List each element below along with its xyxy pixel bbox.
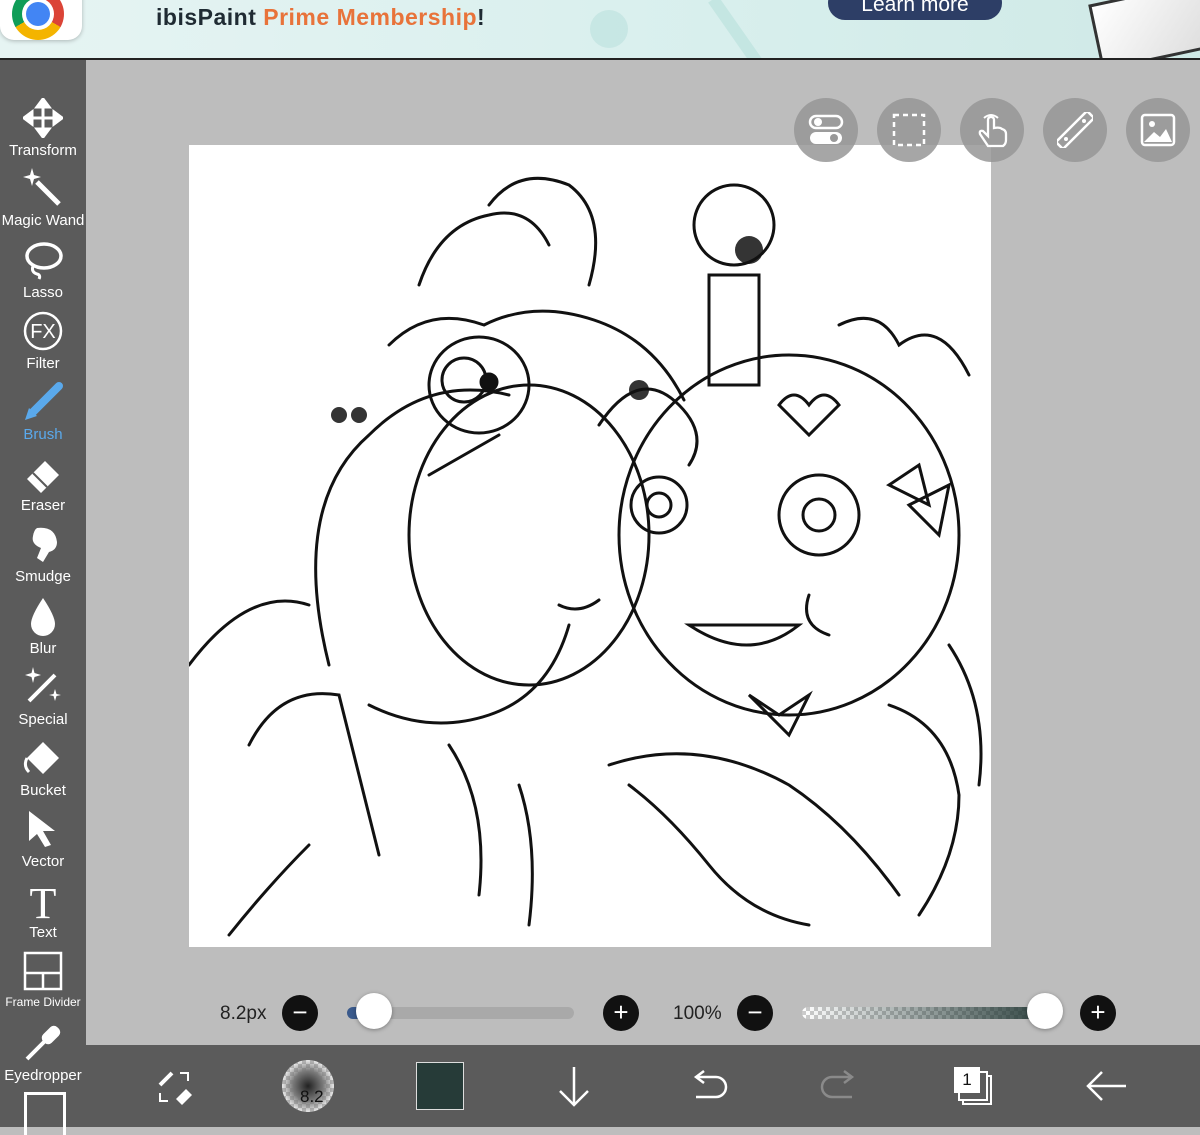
reference-button[interactable]	[1126, 98, 1190, 162]
ruler-icon	[1057, 112, 1093, 148]
sketch-artwork	[187, 176, 983, 937]
tool-bucket[interactable]: Bucket	[0, 736, 86, 807]
tool-label: Bucket	[20, 782, 66, 799]
toggle-icon	[808, 114, 844, 144]
frame-divider-icon	[23, 951, 63, 991]
tool-special[interactable]: Special	[0, 665, 86, 736]
tool-filter[interactable]: FX Filter	[0, 309, 86, 380]
sparkle-icon	[25, 667, 61, 703]
tool-smudge[interactable]: Smudge	[0, 522, 86, 593]
undo-icon	[693, 1070, 728, 1099]
opacity-slider-track[interactable]	[802, 1007, 1058, 1019]
eraser-icon	[27, 461, 59, 493]
tool-sidebar: Transform Magic Wand Lasso FX Filter Bru…	[0, 60, 86, 1135]
bottom-toolbar: 8.2 1	[86, 1045, 1200, 1127]
ad-banner[interactable]: ibisPaint Prime Membership! Learn more	[0, 0, 1200, 60]
layer-count: 1	[954, 1067, 980, 1093]
fx-icon: FX	[23, 311, 63, 351]
tool-brush[interactable]: Brush	[0, 380, 86, 451]
arrow-down-icon	[559, 1067, 589, 1107]
undo-button[interactable]	[668, 1045, 748, 1127]
current-color-swatch	[416, 1062, 464, 1110]
tool-label: Text	[29, 924, 57, 941]
move-arrows-icon	[23, 98, 63, 138]
tool-label: Frame Divider	[5, 995, 81, 1009]
banner-promo-image	[1088, 0, 1200, 58]
chrome-app-icon	[0, 0, 82, 40]
tool-label: Lasso	[22, 284, 64, 301]
smudge-icon	[32, 527, 57, 562]
text-icon: T	[30, 880, 57, 920]
brush-preview-button[interactable]: 8.2	[274, 1045, 354, 1127]
touch-button[interactable]	[960, 98, 1024, 162]
swap-tool-button[interactable]	[136, 1045, 216, 1127]
reference-image-icon	[1140, 113, 1176, 147]
layers-button[interactable]: 1	[932, 1045, 1012, 1127]
ruler-button[interactable]	[1043, 98, 1107, 162]
lasso-icon	[25, 242, 63, 280]
eyedropper-icon	[25, 1025, 61, 1061]
toggle-button[interactable]	[794, 98, 858, 162]
opacity-slider-handle[interactable]	[1027, 993, 1063, 1029]
tool-eyedropper[interactable]: Eyedropper	[0, 1021, 86, 1092]
tool-eraser[interactable]: Eraser	[0, 451, 86, 522]
blur-drop-icon	[31, 598, 55, 636]
brush-size-value: 8.2px	[220, 1003, 267, 1024]
tool-text[interactable]: T Text	[0, 878, 86, 949]
brush-size-minus-button[interactable]: −	[282, 995, 318, 1031]
arrow-left-icon	[1086, 1071, 1126, 1101]
tool-frame-divider[interactable]: Frame Divider	[0, 949, 86, 1020]
brush-icon	[25, 382, 63, 420]
tool-label: Vector	[21, 853, 65, 870]
brush-size-plus-button[interactable]: +	[603, 995, 639, 1031]
banner-decoration	[590, 10, 628, 48]
tool-label: Smudge	[15, 568, 71, 585]
tool-blur[interactable]: Blur	[0, 594, 86, 665]
opacity-minus-button[interactable]: −	[737, 995, 773, 1031]
tool-label: Magic Wand	[1, 212, 85, 229]
drawing-canvas[interactable]	[187, 145, 991, 947]
learn-more-button[interactable]: Learn more	[828, 0, 1002, 20]
selection-rect-icon	[892, 113, 926, 147]
brush-preview-size: 8.2	[300, 1087, 324, 1106]
tool-label: Filter	[26, 355, 60, 372]
tool-label: Transform	[9, 142, 77, 159]
tool-label: Special	[18, 711, 68, 728]
banner-title: ibisPaint Prime Membership!	[156, 4, 486, 30]
redo-button[interactable]	[800, 1045, 880, 1127]
touch-hand-icon	[978, 114, 1008, 148]
tool-lasso[interactable]: Lasso	[0, 238, 86, 309]
brush-size-slider-handle[interactable]	[356, 993, 393, 1029]
banner-decoration	[708, 0, 764, 58]
tool-label: Blur	[29, 640, 57, 657]
back-button[interactable]	[1066, 1045, 1146, 1127]
tool-label: Eyedropper	[4, 1067, 82, 1084]
opacity-plus-button[interactable]: +	[1080, 995, 1116, 1031]
svg-text:T: T	[30, 880, 57, 920]
more-tools-icon[interactable]	[24, 1092, 66, 1135]
redo-icon	[820, 1070, 855, 1099]
tool-label: Eraser	[20, 497, 66, 514]
tool-magic-wand[interactable]: Magic Wand	[0, 166, 86, 237]
opacity-value: 100%	[673, 1003, 722, 1024]
import-button[interactable]	[534, 1045, 614, 1127]
tool-transform[interactable]: Transform	[0, 96, 86, 167]
vector-cursor-icon	[29, 811, 55, 847]
magic-wand-icon	[23, 168, 61, 206]
swap-brush-eraser-icon	[158, 1071, 192, 1105]
bucket-icon	[23, 742, 59, 774]
color-button[interactable]	[400, 1045, 480, 1127]
tool-label: Brush	[23, 426, 63, 443]
selection-button[interactable]	[877, 98, 941, 162]
svg-text:FX: FX	[30, 321, 56, 343]
tool-vector[interactable]: Vector	[0, 807, 86, 878]
